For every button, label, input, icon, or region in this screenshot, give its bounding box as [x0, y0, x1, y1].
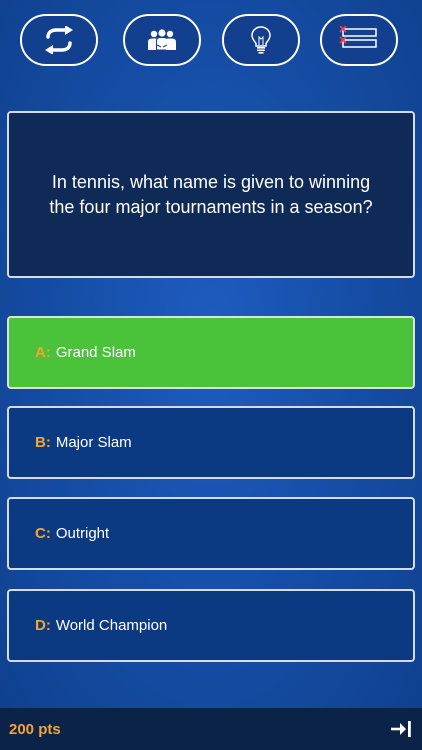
answer-letter: B: [35, 434, 51, 451]
score-label: 200 pts [9, 720, 61, 738]
exit-button[interactable] [390, 719, 412, 739]
answer-option-c[interactable]: C: Outright [7, 497, 415, 570]
answer-text: Outright [55, 525, 110, 542]
exit-icon [391, 721, 411, 737]
fifty-fifty-icon [339, 26, 377, 48]
ask-audience-button[interactable] [123, 14, 201, 66]
answer-letter: D: [35, 617, 51, 634]
answer-option-b[interactable]: B: Major Slam [7, 406, 415, 479]
answer-text: Grand Slam [55, 344, 136, 361]
fifty-fifty-button[interactable] [320, 14, 398, 66]
lightbulb-icon [251, 26, 271, 54]
hint-button[interactable] [222, 14, 300, 66]
answer-text: World Champion [55, 617, 168, 634]
question-text: In tennis, what name is given to winning… [49, 171, 373, 217]
answer-letter: C: [35, 525, 51, 542]
answer-option-a[interactable]: A: Grand Slam [7, 316, 415, 389]
answer-text: Major Slam [55, 434, 132, 451]
swap-icon [45, 26, 73, 54]
footer-bar: 200 pts [0, 708, 422, 750]
swap-question-button[interactable] [20, 14, 98, 66]
audience-icon [148, 29, 176, 51]
lifelines-bar [0, 14, 422, 70]
answer-option-d[interactable]: D: World Champion [7, 589, 415, 662]
answer-letter: A: [35, 344, 51, 361]
question-panel: In tennis, what name is given to winning… [7, 111, 415, 278]
